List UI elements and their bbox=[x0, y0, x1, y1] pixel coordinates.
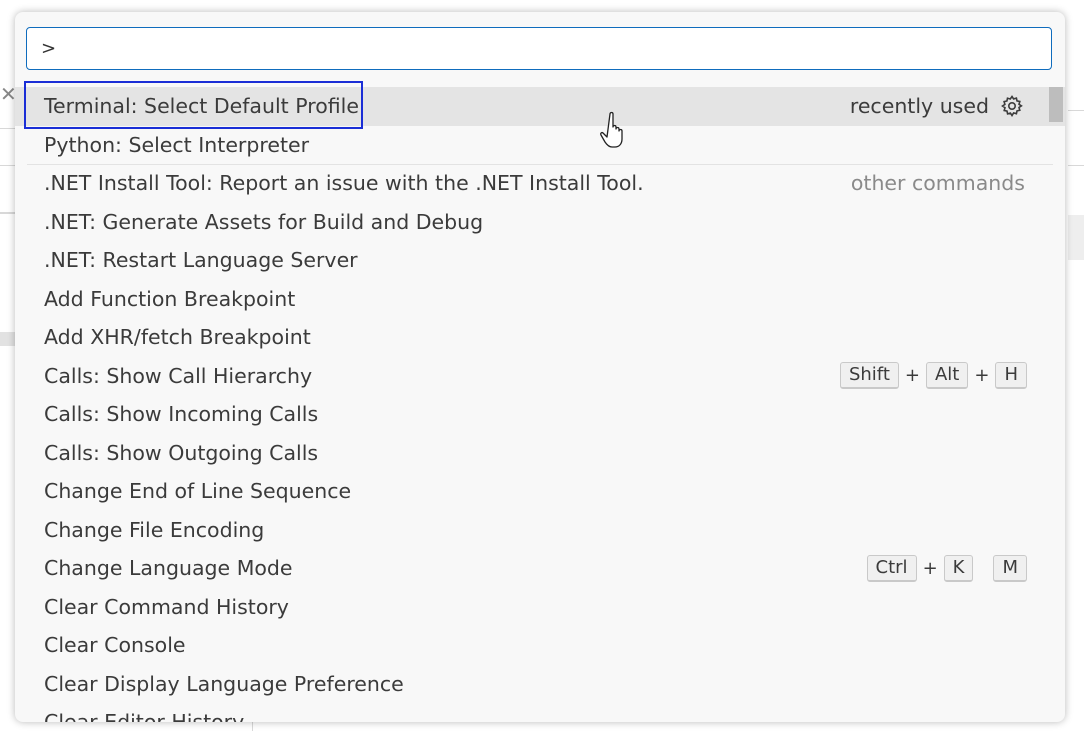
list-item-label: .NET: Generate Assets for Build and Debu… bbox=[44, 209, 484, 234]
group-label: recently used bbox=[849, 94, 989, 119]
list-item-label: Clear Console bbox=[44, 633, 186, 658]
list-item-label: Clear Editor History bbox=[44, 710, 244, 722]
group-label: other commands bbox=[850, 171, 1025, 196]
keybinding: Ctrl + K M bbox=[866, 554, 1027, 582]
divider bbox=[0, 165, 15, 166]
list-item-label: Clear Display Language Preference bbox=[44, 671, 404, 696]
list-item[interactable]: .NET: Restart Language Server bbox=[15, 241, 1065, 280]
divider bbox=[0, 128, 15, 129]
list-item-label: Add XHR/fetch Breakpoint bbox=[44, 325, 311, 350]
list-item[interactable]: Clear Editor History bbox=[15, 703, 1065, 722]
key-cap: Alt bbox=[925, 362, 969, 390]
list-item-label: Calls: Show Call Hierarchy bbox=[44, 363, 313, 388]
key-cap: Ctrl bbox=[866, 554, 917, 582]
list-item[interactable]: Add Function Breakpoint bbox=[15, 280, 1065, 319]
divider bbox=[1068, 215, 1084, 260]
list-item[interactable]: Calls: Show Call Hierarchy Shift + Alt +… bbox=[15, 357, 1065, 396]
list-item-label: Calls: Show Incoming Calls bbox=[44, 402, 319, 427]
list-item-label: Clear Command History bbox=[44, 594, 289, 619]
command-input-box[interactable] bbox=[26, 27, 1052, 70]
list-item-label: Python: Select Interpreter bbox=[44, 132, 310, 157]
key-separator: + bbox=[922, 557, 938, 579]
divider bbox=[1068, 110, 1084, 111]
list-item-label: Change End of Line Sequence bbox=[44, 479, 352, 504]
key-cap: K bbox=[943, 554, 974, 582]
list-item[interactable]: Terminal: Select Default Profile recentl… bbox=[15, 87, 1065, 126]
list-item-label: .NET: Restart Language Server bbox=[44, 248, 358, 273]
list-item[interactable]: Clear Command History bbox=[15, 588, 1065, 627]
list-item[interactable]: Python: Select Interpreter bbox=[15, 126, 1065, 165]
divider bbox=[1068, 165, 1084, 166]
list-item[interactable]: Calls: Show Incoming Calls bbox=[15, 395, 1065, 434]
key-cap: H bbox=[995, 362, 1027, 390]
keybinding: Shift + Alt + H bbox=[839, 362, 1027, 390]
list-item-label: .NET Install Tool: Report an issue with … bbox=[44, 171, 644, 196]
list-item-label: Change File Encoding bbox=[44, 517, 265, 542]
list-item[interactable]: .NET Install Tool: Report an issue with … bbox=[15, 164, 1065, 203]
list-item[interactable]: .NET: Generate Assets for Build and Debu… bbox=[15, 203, 1065, 242]
divider bbox=[0, 332, 15, 346]
list-item[interactable]: Change Language Mode Ctrl + K M bbox=[15, 549, 1065, 588]
list-item-label: Calls: Show Outgoing Calls bbox=[44, 440, 319, 465]
key-separator: + bbox=[904, 365, 920, 387]
key-cap: Shift bbox=[839, 362, 899, 390]
key-separator: + bbox=[974, 365, 990, 387]
list-item[interactable]: Calls: Show Outgoing Calls bbox=[15, 434, 1065, 473]
list-item[interactable]: Clear Console bbox=[15, 626, 1065, 665]
command-list: Terminal: Select Default Profile recentl… bbox=[15, 87, 1065, 722]
key-cap: M bbox=[993, 554, 1027, 582]
list-item[interactable]: Clear Display Language Preference bbox=[15, 665, 1065, 704]
list-item-label: Change Language Mode bbox=[44, 556, 293, 581]
command-input[interactable] bbox=[27, 28, 1051, 69]
scrollbar-thumb[interactable] bbox=[1049, 87, 1063, 122]
command-palette: Terminal: Select Default Profile recentl… bbox=[15, 12, 1065, 722]
list-item[interactable]: Add XHR/fetch Breakpoint bbox=[15, 318, 1065, 357]
gear-icon[interactable] bbox=[999, 93, 1025, 119]
list-item[interactable]: Change File Encoding bbox=[15, 511, 1065, 550]
list-item-label: Add Function Breakpoint bbox=[44, 286, 296, 311]
divider bbox=[252, 722, 253, 731]
list-item-label: Terminal: Select Default Profile bbox=[44, 94, 359, 119]
list-item[interactable]: Change End of Line Sequence bbox=[15, 472, 1065, 511]
divider bbox=[0, 212, 15, 214]
